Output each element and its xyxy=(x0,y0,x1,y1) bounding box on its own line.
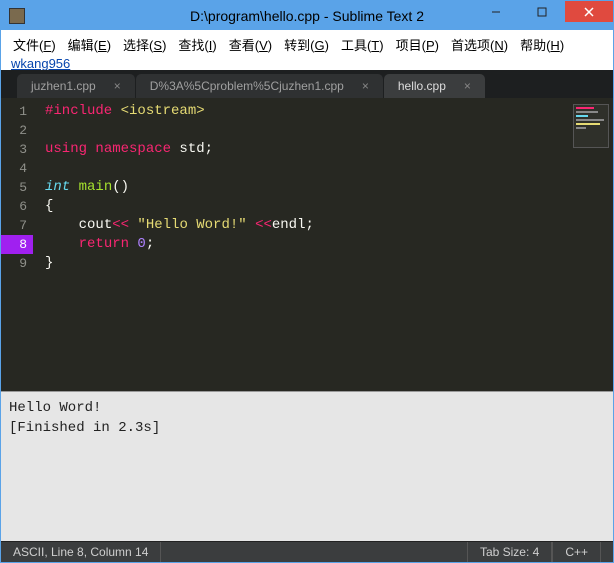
minimap-viewport xyxy=(573,104,609,148)
tab-encoded-path[interactable]: D%3A%5Cproblem%5Cjuzhen1.cpp × xyxy=(136,74,383,98)
tab-close-icon[interactable]: × xyxy=(464,79,471,93)
menu-select[interactable]: 选择(S) xyxy=(117,33,172,56)
menubar-row: 文件(F) 编辑(E) 选择(S) 查找(I) 查看(V) 转到(G) 工具(T… xyxy=(7,33,607,56)
tab-hello[interactable]: hello.cpp × xyxy=(384,74,485,98)
menu-file[interactable]: 文件(F) xyxy=(7,33,62,56)
line-number: 2 xyxy=(1,121,27,140)
menubar: 文件(F) 编辑(E) 选择(S) 查找(I) 查看(V) 转到(G) 工具(T… xyxy=(1,30,613,70)
output-line: [Finished in 2.3s] xyxy=(9,420,160,436)
maximize-icon xyxy=(537,7,547,17)
close-button[interactable] xyxy=(565,1,613,22)
line-number-current: 8 xyxy=(1,235,33,254)
menu-goto[interactable]: 转到(G) xyxy=(278,33,335,56)
minimize-button[interactable] xyxy=(473,1,519,22)
line-number: 1 xyxy=(1,102,27,121)
line-number: 6 xyxy=(1,197,27,216)
window-title: D:\program\hello.cpp - Sublime Text 2 xyxy=(190,8,424,24)
build-output[interactable]: Hello Word! [Finished in 2.3s] xyxy=(1,391,613,541)
breadcrumb-link[interactable]: wkang956 xyxy=(7,56,607,71)
code-text[interactable]: #include <iostream> using namespace std;… xyxy=(33,98,569,391)
statusbar: ASCII, Line 8, Column 14 Tab Size: 4 C++ xyxy=(1,541,613,562)
tab-label: juzhen1.cpp xyxy=(31,79,96,93)
editor-wrap: juzhen1.cpp × D%3A%5Cproblem%5Cjuzhen1.c… xyxy=(1,70,613,541)
app-icon xyxy=(9,8,25,24)
menu-view[interactable]: 查看(V) xyxy=(223,33,278,56)
output-line: Hello Word! xyxy=(9,400,101,416)
menu-edit[interactable]: 编辑(E) xyxy=(62,33,117,56)
menu-prefs[interactable]: 首选项(N) xyxy=(445,33,514,56)
tab-close-icon[interactable]: × xyxy=(362,79,369,93)
status-position[interactable]: ASCII, Line 8, Column 14 xyxy=(13,542,161,562)
line-number: 3 xyxy=(1,140,27,159)
code-area[interactable]: 1 2 3 4 5 6 7 8 9 #include <iostream> us… xyxy=(1,98,613,391)
window-titlebar: D:\program\hello.cpp - Sublime Text 2 xyxy=(1,1,613,30)
line-number: 9 xyxy=(1,254,27,273)
line-number: 7 xyxy=(1,216,27,235)
window-controls xyxy=(473,1,613,30)
line-number: 4 xyxy=(1,159,27,178)
menu-project[interactable]: 项目(P) xyxy=(390,33,445,56)
line-number: 5 xyxy=(1,178,27,197)
line-gutter: 1 2 3 4 5 6 7 8 9 xyxy=(1,98,33,391)
menu-help[interactable]: 帮助(H) xyxy=(514,33,570,56)
menu-find[interactable]: 查找(I) xyxy=(172,33,222,56)
tab-label: hello.cpp xyxy=(398,79,446,93)
tab-label: D%3A%5Cproblem%5Cjuzhen1.cpp xyxy=(150,79,344,93)
tab-juzhen1[interactable]: juzhen1.cpp × xyxy=(17,74,135,98)
maximize-button[interactable] xyxy=(519,1,565,22)
status-language[interactable]: C++ xyxy=(552,542,601,562)
status-tabsize[interactable]: Tab Size: 4 xyxy=(467,542,552,562)
minimize-icon xyxy=(491,7,501,17)
close-icon xyxy=(584,7,594,17)
tabbar: juzhen1.cpp × D%3A%5Cproblem%5Cjuzhen1.c… xyxy=(1,70,613,98)
menu-tools[interactable]: 工具(T) xyxy=(335,33,390,56)
minimap[interactable] xyxy=(569,98,613,391)
tab-close-icon[interactable]: × xyxy=(114,79,121,93)
